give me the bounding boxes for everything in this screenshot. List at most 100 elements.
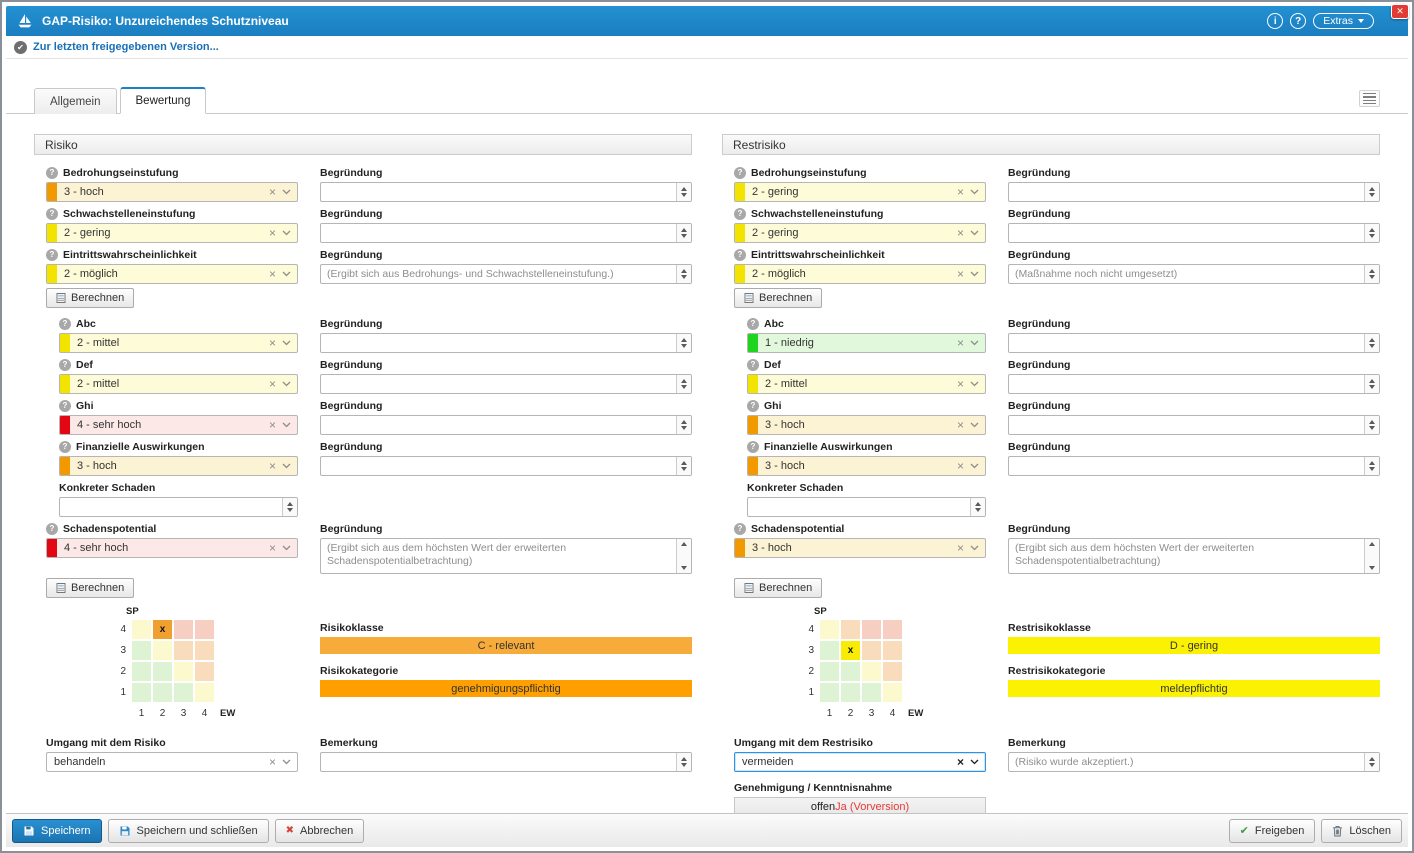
help-icon[interactable]: [46, 249, 58, 261]
clear-icon[interactable]: [953, 267, 968, 281]
help-icon[interactable]: [734, 208, 746, 220]
berechnen-button[interactable]: Berechnen: [734, 288, 822, 308]
clear-icon[interactable]: [265, 418, 280, 432]
justification-input[interactable]: [1008, 182, 1380, 202]
chevron-down-icon[interactable]: [280, 271, 297, 277]
chevron-down-icon[interactable]: [968, 545, 985, 551]
berechnen-button[interactable]: Berechnen: [46, 288, 134, 308]
chevron-down-icon[interactable]: [280, 230, 297, 236]
spinner-buttons[interactable]: [676, 539, 691, 573]
help-icon[interactable]: [59, 318, 71, 330]
rating-dropdown[interactable]: 4 - sehr hoch: [59, 415, 298, 435]
spinner-buttons[interactable]: [1364, 416, 1379, 434]
tab-allgemein[interactable]: Allgemein: [34, 88, 117, 114]
clear-icon[interactable]: [265, 541, 280, 555]
spinner-buttons[interactable]: [676, 457, 691, 475]
chevron-down-icon[interactable]: [968, 759, 985, 765]
clear-icon[interactable]: [265, 185, 280, 199]
clear-icon[interactable]: [953, 541, 968, 555]
justification-input[interactable]: (Ergibt sich aus Bedrohungs- und Schwach…: [320, 264, 692, 284]
help-icon[interactable]: [59, 359, 71, 371]
save-button[interactable]: Speichern: [12, 819, 102, 843]
rating-dropdown[interactable]: 2 - möglich: [734, 264, 986, 284]
chevron-down-icon[interactable]: [280, 422, 297, 428]
help-icon[interactable]: [747, 441, 759, 453]
spinner-buttons[interactable]: [676, 375, 691, 393]
chevron-down-icon[interactable]: [968, 340, 985, 346]
clear-icon[interactable]: [265, 377, 280, 391]
spinner-buttons[interactable]: [970, 498, 985, 516]
rating-dropdown[interactable]: 3 - hoch: [59, 456, 298, 476]
clear-icon[interactable]: [953, 755, 968, 769]
help-icon[interactable]: [46, 208, 58, 220]
justification-input[interactable]: [1008, 223, 1380, 243]
clear-icon[interactable]: [953, 226, 968, 240]
spinner-buttons[interactable]: [1364, 375, 1379, 393]
justification-input[interactable]: [1008, 333, 1380, 353]
rating-dropdown[interactable]: 3 - hoch: [734, 538, 986, 558]
chevron-down-icon[interactable]: [280, 545, 297, 551]
chevron-down-icon[interactable]: [280, 381, 297, 387]
konkreter-schaden-input[interactable]: [747, 497, 986, 517]
chevron-down-icon[interactable]: [968, 463, 985, 469]
umgang-dropdown[interactable]: vermeiden: [734, 752, 986, 772]
spinner-buttons[interactable]: [676, 753, 691, 771]
chevron-down-icon[interactable]: [968, 189, 985, 195]
spinner-buttons[interactable]: [676, 334, 691, 352]
justification-input[interactable]: [320, 374, 692, 394]
justification-input[interactable]: (Ergibt sich aus dem höchsten Wert der e…: [1008, 538, 1380, 574]
chevron-down-icon[interactable]: [968, 230, 985, 236]
justification-input[interactable]: [1008, 456, 1380, 476]
bemerkung-input[interactable]: (Risiko wurde akzeptiert.): [1008, 752, 1380, 772]
spinner-buttons[interactable]: [1364, 539, 1379, 573]
spinner-buttons[interactable]: [1364, 753, 1379, 771]
chevron-down-icon[interactable]: [280, 189, 297, 195]
layout-list-icon[interactable]: [1359, 90, 1380, 107]
save-and-close-button[interactable]: Speichern und schließen: [108, 819, 269, 843]
last-released-version-link[interactable]: Zur letzten freigegebenen Version...: [33, 41, 219, 53]
clear-icon[interactable]: [953, 418, 968, 432]
help-icon[interactable]: [46, 167, 58, 179]
rating-dropdown[interactable]: 3 - hoch: [747, 415, 986, 435]
rating-dropdown[interactable]: 3 - hoch: [46, 182, 298, 202]
tab-bewertung[interactable]: Bewertung: [120, 87, 207, 114]
berechnen-button[interactable]: Berechnen: [734, 578, 822, 598]
chevron-down-icon[interactable]: [968, 422, 985, 428]
rating-dropdown[interactable]: 1 - niedrig: [747, 333, 986, 353]
close-button[interactable]: ✕: [1391, 4, 1409, 19]
rating-dropdown[interactable]: 2 - mittel: [747, 374, 986, 394]
rating-dropdown[interactable]: 3 - hoch: [747, 456, 986, 476]
help-icon[interactable]: [59, 441, 71, 453]
clear-icon[interactable]: [265, 226, 280, 240]
delete-button[interactable]: Löschen: [1321, 819, 1402, 843]
help-icon[interactable]: [46, 523, 58, 535]
spinner-buttons[interactable]: [282, 498, 297, 516]
info-icon[interactable]: i: [1267, 13, 1283, 29]
berechnen-button[interactable]: Berechnen: [46, 578, 134, 598]
spinner-buttons[interactable]: [676, 416, 691, 434]
umgang-dropdown[interactable]: behandeln: [46, 752, 298, 772]
justification-input[interactable]: (Ergibt sich aus dem höchsten Wert der e…: [320, 538, 692, 574]
clear-icon[interactable]: [265, 336, 280, 350]
help-icon[interactable]: ?: [1290, 13, 1306, 29]
bemerkung-input[interactable]: [320, 752, 692, 772]
chevron-down-icon[interactable]: [968, 271, 985, 277]
help-icon[interactable]: [734, 167, 746, 179]
justification-input[interactable]: [320, 415, 692, 435]
justification-input[interactable]: [1008, 415, 1380, 435]
help-icon[interactable]: [59, 400, 71, 412]
spinner-buttons[interactable]: [676, 265, 691, 283]
clear-icon[interactable]: [953, 377, 968, 391]
clear-icon[interactable]: [953, 336, 968, 350]
spinner-buttons[interactable]: [676, 224, 691, 242]
spinner-buttons[interactable]: [1364, 183, 1379, 201]
konkreter-schaden-input[interactable]: [59, 497, 298, 517]
justification-input[interactable]: [320, 223, 692, 243]
rating-dropdown[interactable]: 2 - gering: [46, 223, 298, 243]
chevron-down-icon[interactable]: [280, 340, 297, 346]
justification-input[interactable]: (Maßnahme noch nicht umgesetzt): [1008, 264, 1380, 284]
clear-icon[interactable]: [265, 267, 280, 281]
clear-icon[interactable]: [265, 459, 280, 473]
extras-button[interactable]: Extras: [1313, 13, 1374, 29]
rating-dropdown[interactable]: 2 - gering: [734, 182, 986, 202]
